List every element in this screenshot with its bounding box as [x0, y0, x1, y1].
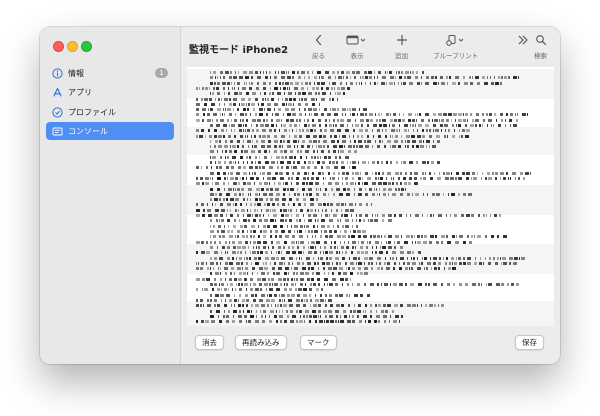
app-window: 情報 1 アプリ プロファイル コンソール 監視モード iPhone2 戻る 表… — [40, 27, 560, 364]
plus-icon — [396, 33, 408, 47]
sidebar-item-info[interactable]: 情報 1 — [46, 64, 174, 82]
blueprint-label: ブループリント — [433, 52, 479, 60]
count-badge: 1 — [155, 68, 168, 78]
add-label: 追加 — [395, 52, 408, 60]
search-icon — [535, 33, 547, 47]
console-log-view[interactable] — [187, 67, 554, 326]
app-store-icon — [52, 87, 63, 98]
bottom-bar: 消去 再読み込み マーク 保存 — [181, 326, 560, 364]
sidebar-view-icon — [346, 33, 368, 47]
add-button[interactable]: 追加 — [395, 33, 408, 60]
profile-icon — [52, 106, 63, 118]
sidebar-item-label: アプリ — [68, 87, 92, 97]
clear-button[interactable]: 消去 — [195, 335, 224, 350]
back-button[interactable]: 戻る — [312, 33, 325, 60]
zoom-window-button[interactable] — [81, 41, 92, 52]
sidebar-item-apps[interactable]: アプリ — [46, 83, 174, 101]
close-window-button[interactable] — [53, 41, 64, 52]
blueprint-button[interactable]: ブループリント — [433, 33, 478, 60]
search-label: 検索 — [534, 52, 547, 60]
minimize-window-button[interactable] — [67, 41, 78, 52]
mark-button[interactable]: マーク — [300, 335, 337, 350]
save-button[interactable]: 保存 — [515, 335, 544, 350]
sidebar-item-profiles[interactable]: プロファイル — [46, 103, 174, 121]
console-icon — [52, 126, 63, 137]
view-label: 表示 — [350, 52, 364, 60]
sidebar-item-label: コンソール — [68, 126, 108, 136]
sidebar-item-console[interactable]: コンソール — [46, 122, 174, 140]
reload-button[interactable]: 再読み込み — [235, 335, 287, 350]
toolbar: 監視モード iPhone2 戻る 表示 追加 ブループリント 検索 — [181, 27, 560, 69]
sidebar: 情報 1 アプリ プロファイル コンソール — [40, 27, 181, 364]
main-pane: 監視モード iPhone2 戻る 表示 追加 ブループリント 検索 消去 再読み… — [181, 27, 560, 364]
view-menu-button[interactable]: 表示 — [346, 33, 368, 60]
overflow-button[interactable] — [517, 33, 529, 47]
chevron-left-icon — [314, 33, 324, 47]
back-label: 戻る — [312, 52, 325, 60]
chevron-double-right-icon — [517, 33, 529, 47]
window-title: 監視モード iPhone2 — [189, 45, 289, 56]
search-button[interactable]: 検索 — [534, 33, 547, 60]
sidebar-item-label: プロファイル — [68, 107, 116, 117]
sidebar-item-label: 情報 — [68, 68, 84, 78]
info-icon — [52, 67, 63, 79]
blueprint-icon — [445, 33, 467, 47]
